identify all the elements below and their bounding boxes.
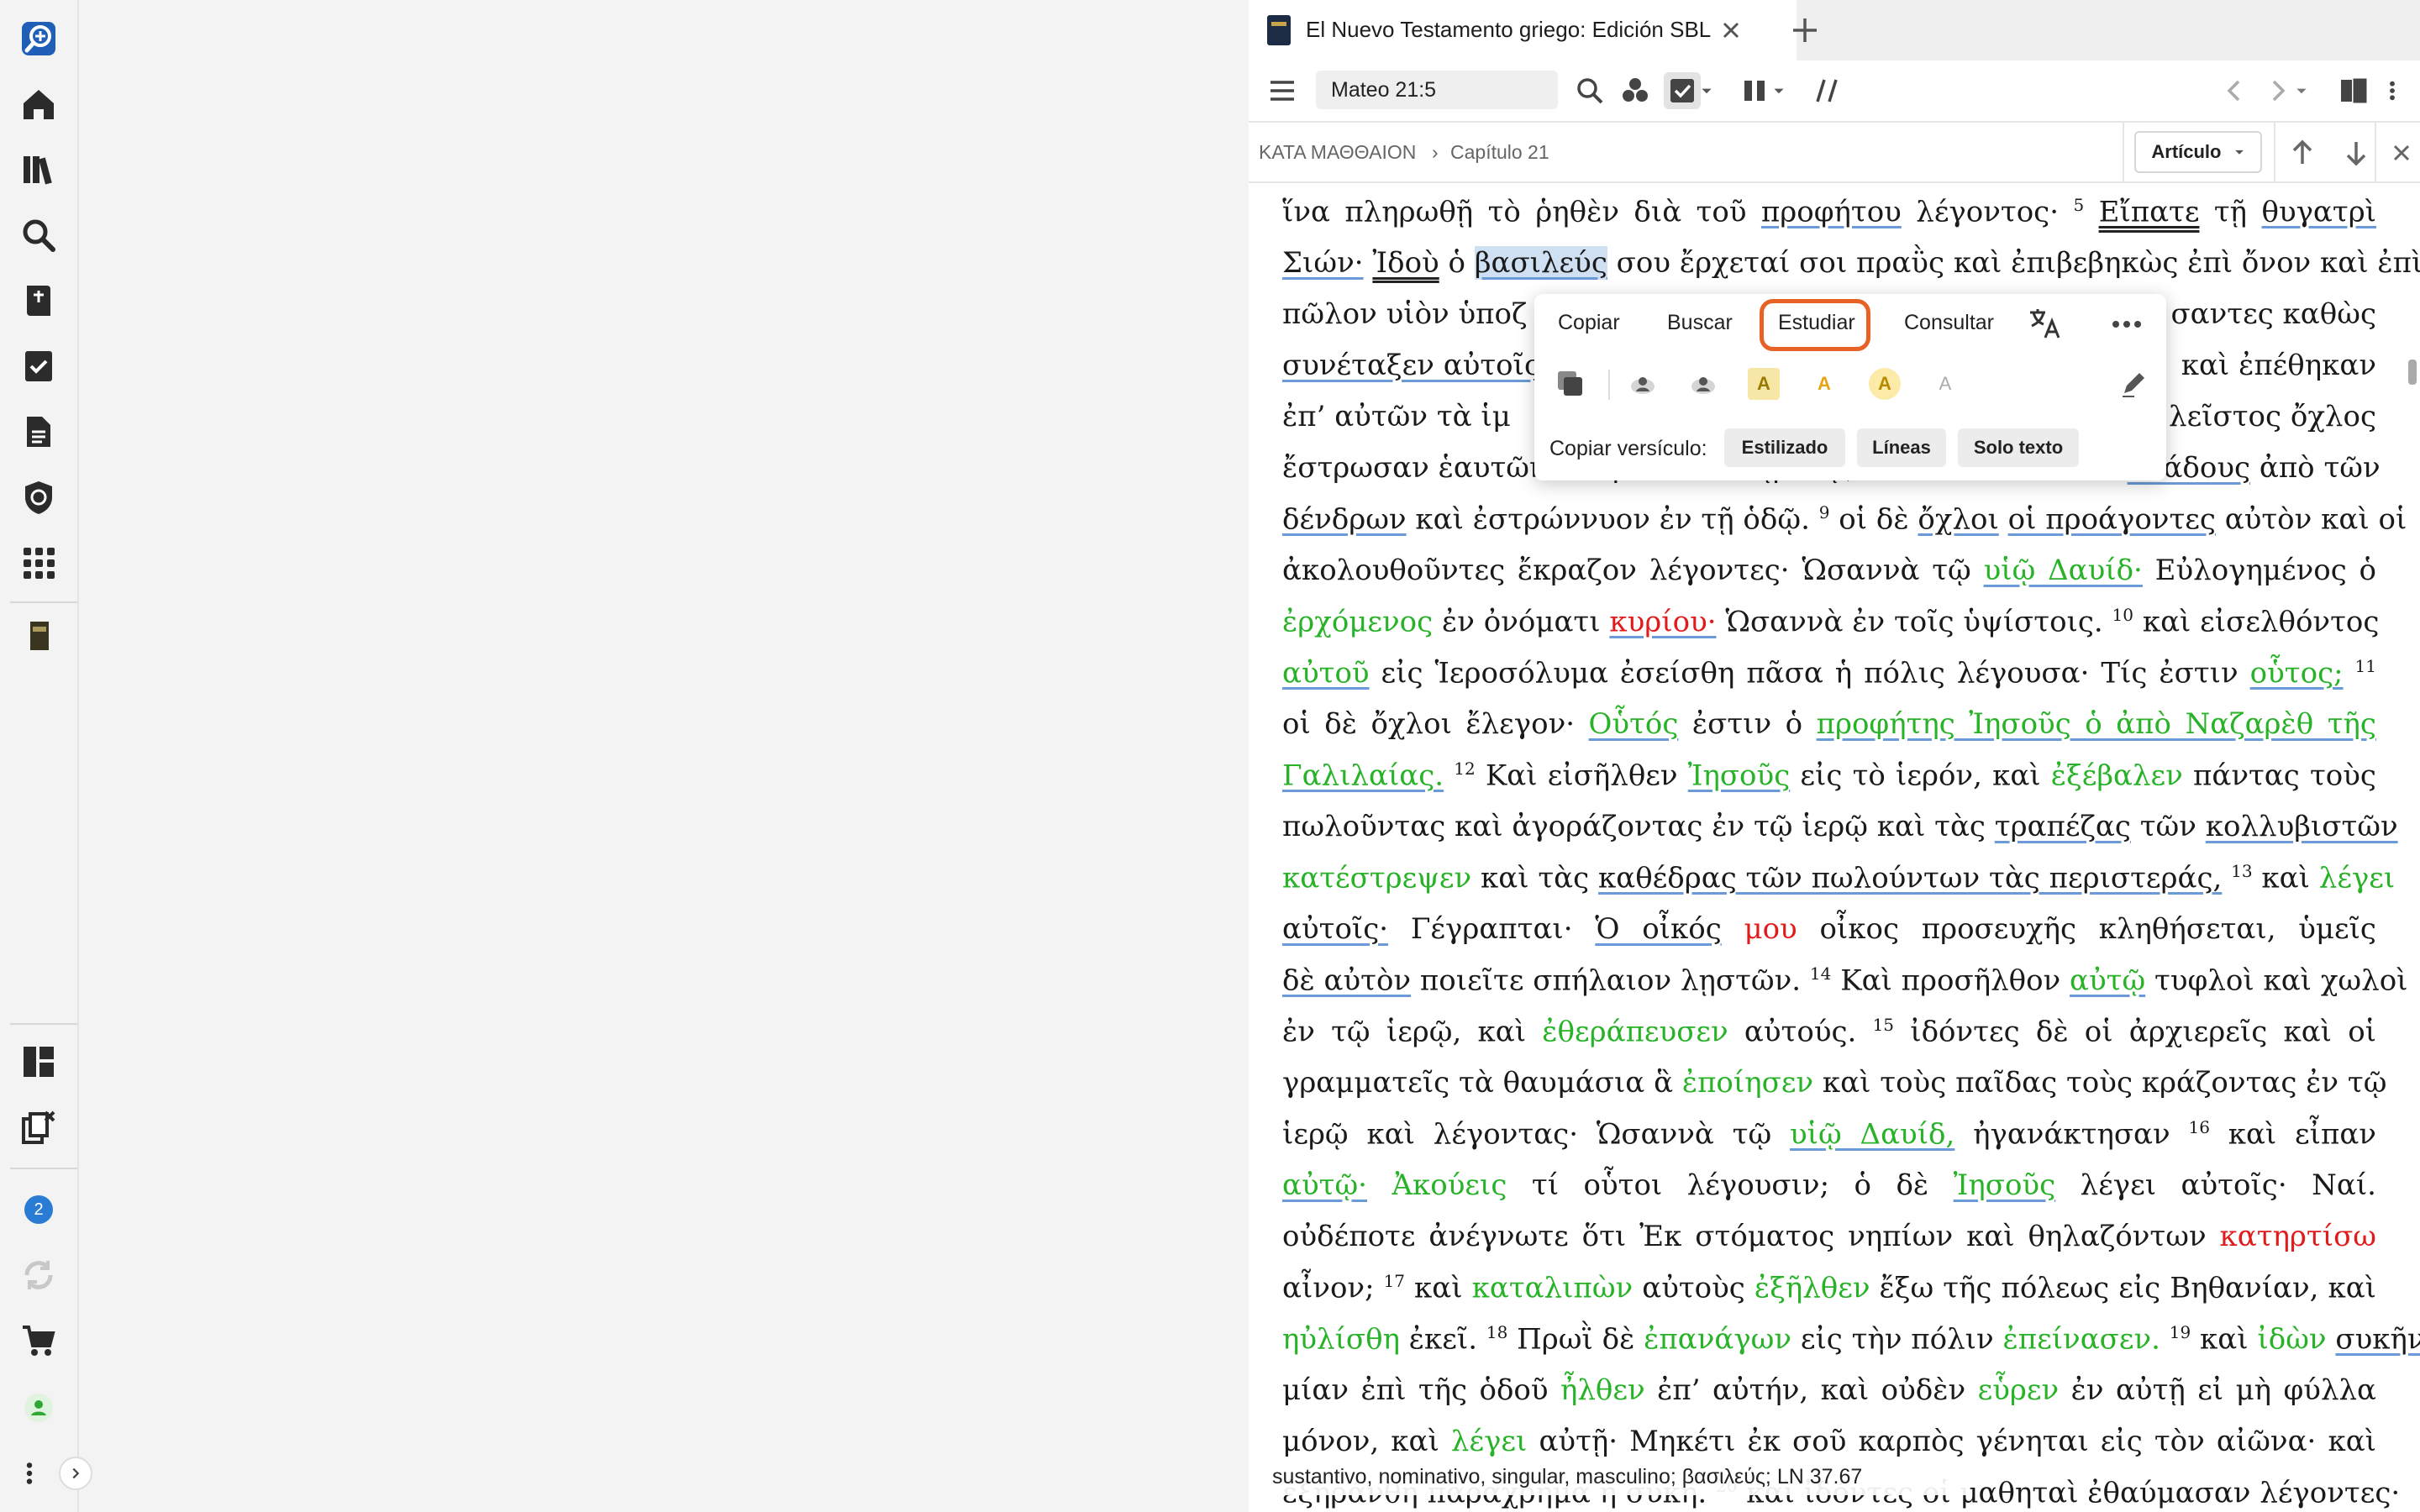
close-tab-icon[interactable]: [1719, 18, 1743, 42]
notifications-badge[interactable]: 2: [18, 1189, 59, 1230]
home-icon[interactable]: [18, 84, 59, 124]
selected-word[interactable]: βασιλεύς: [1474, 246, 1607, 280]
person-highlight-icon[interactable]: [1687, 368, 1719, 400]
reading-plan-icon[interactable]: [18, 346, 59, 386]
tab-greek-nt[interactable]: El Nuevo Testamento griego: Edición SBL: [1249, 0, 1797, 60]
tab-bar: El Nuevo Testamento griego: Edición SBL: [1249, 0, 2420, 60]
text-line: Γαλιλαίας. 12 Καὶ εἰσῆλθεν Ἰησοῦς εἰς τὸ…: [1282, 759, 2376, 793]
expand-sidebar-button[interactable]: [59, 1457, 92, 1490]
search-icon[interactable]: [1571, 72, 1608, 109]
resource-toolbar: [1249, 60, 2420, 123]
new-tab-icon[interactable]: [1788, 13, 1822, 47]
text-line: Σιών· Ἰδοὺ ὁ βασιλεύς σου ἔρχεταί σοι πρ…: [1282, 246, 2420, 280]
apps-grid-icon[interactable]: [18, 543, 59, 583]
app-sidebar: 2: [0, 0, 92, 1512]
back-icon[interactable]: [2217, 72, 2254, 109]
copy-stack-icon[interactable]: [1555, 368, 1586, 400]
chevron-right-icon: [72, 1467, 80, 1479]
breadcrumb-separator: ›: [1432, 141, 1439, 163]
chevron-down-icon: [2234, 150, 2244, 155]
article-view-label: Artículo: [2151, 141, 2222, 162]
text-line: γραμματεῖς τὰ θαυμάσια ἃ ἐποίησεν καὶ το…: [1282, 1066, 2387, 1100]
tab-title: El Nuevo Testamento griego: Edición SBL: [1306, 17, 1712, 42]
app-logo-icon[interactable]: [18, 18, 59, 59]
book-icon: [1267, 15, 1291, 45]
text-line: κατέστρεψεν καὶ τὰς καθέδρας τῶν πωλούντ…: [1282, 861, 2396, 895]
highlight-clear[interactable]: A: [1929, 368, 1961, 400]
arrow-up-icon[interactable]: [2284, 134, 2321, 171]
split-view-icon[interactable]: [2334, 72, 2371, 109]
menu-study[interactable]: Estudiar: [1778, 311, 1855, 335]
text-line: δένδρων καὶ ἐστρώννυον ἐν τῇ ὁδῷ. 9 οἱ δ…: [1282, 502, 2407, 537]
text-line: αἶνον; 17 καὶ καταλιπὼν αὐτοὺς ἐξῆλθεν ἔ…: [1282, 1271, 2377, 1305]
text-line: ἐρχόμενος ἐν ὀνόματι κυρίου· Ὡσαννὰ ἐν τ…: [1282, 605, 2380, 639]
forward-icon[interactable]: [2259, 72, 2296, 109]
sync-icon[interactable]: [18, 1255, 59, 1295]
history-dropdown-icon[interactable]: [2292, 72, 2311, 109]
copy-verse-label: Copiar versículo:: [1549, 437, 1707, 460]
search-icon[interactable]: [18, 215, 59, 255]
text-line: οἱ δὲ ὄχλοι ἔλεγον· Οὗτός ἐστιν ὁ προφήτ…: [1282, 707, 2376, 741]
more-vertical-icon[interactable]: [17, 1453, 42, 1494]
book-cover-icon[interactable]: [18, 617, 59, 657]
layouts-icon[interactable]: [18, 1042, 59, 1082]
highlight-orange-text[interactable]: A: [1808, 368, 1840, 400]
panel-menu-icon[interactable]: [1264, 72, 1301, 109]
account-icon[interactable]: [18, 1388, 59, 1428]
inline-tools-button[interactable]: [1664, 72, 1701, 109]
resource-panel: El Nuevo Testamento griego: Edición SBL: [1249, 0, 2420, 1512]
chevron-down-icon[interactable]: [1697, 72, 1716, 109]
notification-count: 2: [24, 1195, 53, 1224]
translate-icon[interactable]: [2027, 306, 2062, 341]
more-horizontal-icon[interactable]: [2109, 312, 2144, 336]
bible-study-icon[interactable]: [18, 281, 59, 321]
copy-styled-button[interactable]: Estilizado: [1724, 428, 1845, 467]
text-line: μίαν ἐπὶ τῆς ὁδοῦ ἦλθεν ἐπ’ αὐτήν, καὶ ο…: [1282, 1373, 2377, 1407]
article-view-dropdown[interactable]: Artículo: [2134, 131, 2262, 173]
text-line: δὲ αὐτὸν ποιεῖτε σπήλαιον λῃστῶν. 14 Καὶ…: [1282, 963, 2408, 998]
breadcrumb: ΚΑΤΑ ΜΑΘΘΑΙΟΝ › Capítulo 21 Artículo: [1249, 123, 2420, 183]
chevron-down-icon[interactable]: [1770, 72, 1788, 109]
parallel-resources-icon[interactable]: [1808, 72, 1845, 109]
text-line: αὐτοῖς· Γέγραπται· Ὁ οἶκός μου οἶκος προ…: [1282, 912, 2376, 946]
scrollbar[interactable]: [2405, 185, 2420, 1512]
breadcrumb-chapter[interactable]: Capítulo 21: [1450, 141, 1549, 164]
copy-lines-button[interactable]: Líneas: [1857, 428, 1946, 467]
arrow-down-icon[interactable]: [2338, 134, 2375, 171]
text-line: αὐτῷ· Ἀκούεις τί οὗτοι λέγουσιν; ὁ δὲ Ἰη…: [1282, 1168, 2376, 1202]
cart-icon[interactable]: [18, 1320, 59, 1361]
close-icon[interactable]: [2383, 134, 2420, 171]
text-line: ηὐλίσθη ἐκεῖ. 18 Πρωῒ δὲ ἐπανάγων εἰς τὴ…: [1282, 1322, 2420, 1357]
text-line: οὐδέποτε ἀνέγνωτε ὅτι Ἐκ στόματος νηπίων…: [1282, 1220, 2376, 1253]
highlight-yellow-box[interactable]: A: [1748, 368, 1780, 400]
text-line: ἀκολουθοῦντες ἔκραζον λέγοντες· Ὡσαννὰ τ…: [1282, 554, 2377, 587]
close-panels-icon[interactable]: [18, 1107, 59, 1147]
pencil-icon[interactable]: [2118, 368, 2149, 400]
shield-icon[interactable]: [18, 477, 59, 517]
text-line: ἵνα πληρωθῇ τὸ ῥηθὲν διὰ τοῦ προφήτου λέ…: [1282, 195, 2377, 229]
menu-search[interactable]: Buscar: [1667, 311, 1733, 335]
library-icon[interactable]: [18, 150, 59, 190]
visual-filters-icon[interactable]: [1617, 72, 1654, 109]
text-line: ἱερῷ καὶ λέγοντας· Ὡσαννὰ τῷ υἱῷ Δαυίδ, …: [1282, 1117, 2376, 1152]
person-label-icon[interactable]: [1627, 368, 1659, 400]
morphology-status: sustantivo, nominativo, singular, mascul…: [1259, 1458, 1970, 1495]
context-menu: Copiar Buscar Estudiar Consultar A A A A…: [1534, 294, 2166, 480]
text-line: ἐν τῷ ἱερῷ, καὶ ἐθεράπευσεν αὐτούς. 15 ἰ…: [1282, 1015, 2377, 1049]
more-options-icon[interactable]: [2380, 72, 2405, 109]
scrollbar-thumb[interactable]: [2408, 360, 2417, 385]
highlight-yellow-round[interactable]: A: [1869, 368, 1901, 400]
breadcrumb-book[interactable]: ΚΑΤΑ ΜΑΘΘΑΙΟΝ: [1259, 141, 1416, 164]
text-line: πωλοῦντας καὶ ἀγοράζοντας ἐν τῷ ἱερῷ καὶ…: [1282, 810, 2398, 843]
document-icon[interactable]: [18, 412, 59, 452]
menu-lookup[interactable]: Consultar: [1904, 311, 1994, 335]
columns-icon[interactable]: [1736, 72, 1773, 109]
text-line: αὐτοῦ εἰς Ἱεροσόλυμα ἐσείσθη πᾶσα ἡ πόλι…: [1282, 656, 2376, 690]
copy-text-only-button[interactable]: Solo texto: [1958, 428, 2079, 467]
reference-input[interactable]: [1316, 71, 1558, 109]
menu-copy[interactable]: Copiar: [1558, 311, 1620, 335]
